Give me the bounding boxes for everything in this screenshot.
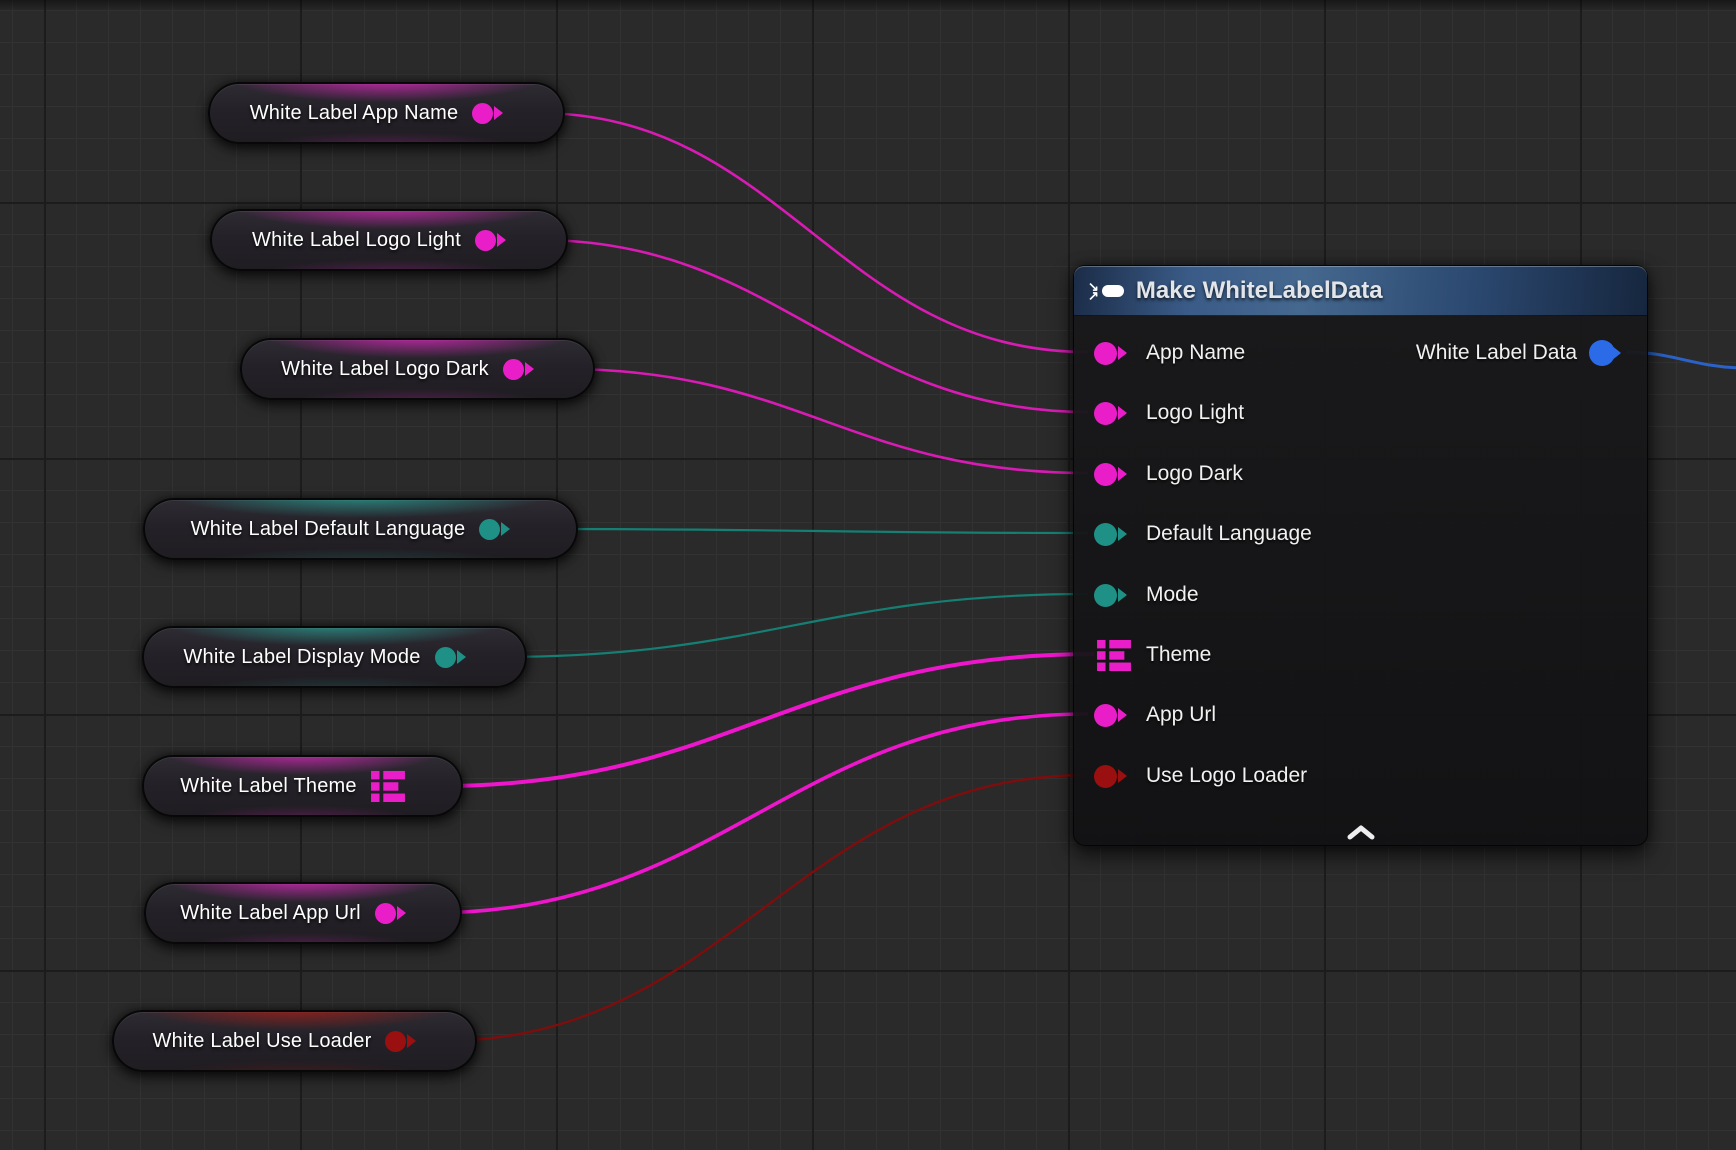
getter-node-white-label-use-loader[interactable]: White Label Use Loader: [112, 1010, 477, 1072]
output-pin-enum[interactable]: [435, 647, 466, 668]
output-pin-text[interactable]: [472, 103, 503, 124]
pin-circle[interactable]: [1094, 342, 1117, 365]
getter-label: White Label App Url: [180, 902, 361, 925]
pin-circle: [475, 230, 496, 251]
struct-pin-icon[interactable]: [1097, 639, 1131, 671]
wire-logo-light[interactable]: [539, 240, 1088, 412]
pin-label: Use Logo Loader: [1146, 764, 1307, 788]
wire-logo-dark[interactable]: [563, 369, 1088, 473]
wire-app-url[interactable]: [429, 714, 1088, 913]
getter-label: White Label Use Loader: [153, 1030, 372, 1053]
getter-node-white-label-app-url[interactable]: White Label App Url: [144, 882, 462, 944]
pin-label: Theme: [1146, 643, 1211, 667]
pin-arrow: [1118, 467, 1127, 481]
pin-circle: [385, 1031, 406, 1052]
pin-arrow: [407, 1034, 416, 1048]
pin-arrow: [525, 362, 534, 376]
getter-node-white-label-theme[interactable]: White Label Theme: [142, 755, 463, 817]
top-shade: [0, 0, 1736, 12]
output-pin-text[interactable]: [475, 230, 506, 251]
pin-circle: [472, 103, 493, 124]
pin-arrow: [1118, 588, 1127, 602]
getter-node-white-label-logo-light[interactable]: White Label Logo Light: [210, 209, 568, 271]
output-pin-bool[interactable]: [385, 1031, 416, 1052]
output-pin-enum[interactable]: [479, 519, 510, 540]
pin-label: Logo Dark: [1146, 462, 1243, 486]
pin-arrow: [1118, 346, 1127, 360]
pin-circle: [503, 359, 524, 380]
pin-arrow: [397, 906, 406, 920]
getter-node-white-label-default-language[interactable]: White Label Default Language: [143, 498, 578, 560]
node-title: Make WhiteLabelData: [1136, 277, 1383, 305]
getter-label: White Label Logo Light: [252, 229, 461, 252]
pin-label: App Url: [1146, 703, 1216, 727]
pin-arrow: [1118, 406, 1127, 420]
output-row-white-label-data[interactable]: White Label Data: [1416, 337, 1621, 369]
pin-label: Mode: [1146, 583, 1199, 607]
output-pin-struct[interactable]: [371, 770, 405, 802]
pin-circle: [435, 647, 456, 668]
pin-label: Logo Light: [1146, 401, 1244, 425]
wire-app-name[interactable]: [537, 113, 1088, 352]
make-struct-icon: ↘↗: [1088, 282, 1124, 300]
output-pin-text[interactable]: [375, 903, 406, 924]
output-pin-text[interactable]: [503, 359, 534, 380]
getter-label: White Label Default Language: [191, 518, 466, 541]
pin-arrow: [501, 522, 510, 536]
pin-circle[interactable]: [1094, 463, 1117, 486]
pin-arrow: [1118, 708, 1127, 722]
pin-arrow: [457, 650, 466, 664]
pin-arrow: [497, 233, 506, 247]
pin-arrow: [1118, 769, 1127, 783]
pin-circle[interactable]: [1094, 765, 1117, 788]
pin-label: App Name: [1146, 341, 1245, 365]
pin-circle[interactable]: [1094, 584, 1117, 607]
node-header[interactable]: ↘↗ Make WhiteLabelData: [1074, 266, 1647, 316]
getter-label: White Label Display Mode: [183, 646, 420, 669]
pin-label: Default Language: [1146, 522, 1312, 546]
getter-node-white-label-app-name[interactable]: White Label App Name: [208, 82, 565, 144]
wire-use-loader[interactable]: [441, 775, 1088, 1041]
wire-default-language[interactable]: [549, 529, 1088, 533]
getter-node-white-label-logo-dark[interactable]: White Label Logo Dark: [240, 338, 595, 400]
blueprint-graph-canvas[interactable]: White Label App Name White Label Logo Li…: [0, 0, 1736, 1150]
collapse-chevron-up-icon[interactable]: [1346, 825, 1376, 840]
getter-label: White Label Theme: [180, 775, 356, 798]
struct-pin-icon: [371, 770, 405, 802]
pin-arrow: [1611, 345, 1621, 361]
pin-circle: [375, 903, 396, 924]
wire-mode[interactable]: [500, 594, 1088, 657]
pin-circle[interactable]: [1094, 402, 1117, 425]
getter-label: White Label App Name: [250, 102, 459, 125]
pin-circle[interactable]: [1094, 704, 1117, 727]
getter-node-white-label-display-mode[interactable]: White Label Display Mode: [142, 626, 527, 688]
pin-circle: [479, 519, 500, 540]
pin-arrow: [1118, 527, 1127, 541]
getter-label: White Label Logo Dark: [281, 358, 489, 381]
pin-circle[interactable]: [1094, 523, 1117, 546]
make-struct-node[interactable]: ↘↗ Make WhiteLabelData App Name Logo Lig…: [1073, 265, 1648, 846]
pin-label: White Label Data: [1416, 341, 1577, 365]
pin-arrow: [494, 106, 503, 120]
wire-theme[interactable]: [440, 654, 1094, 786]
